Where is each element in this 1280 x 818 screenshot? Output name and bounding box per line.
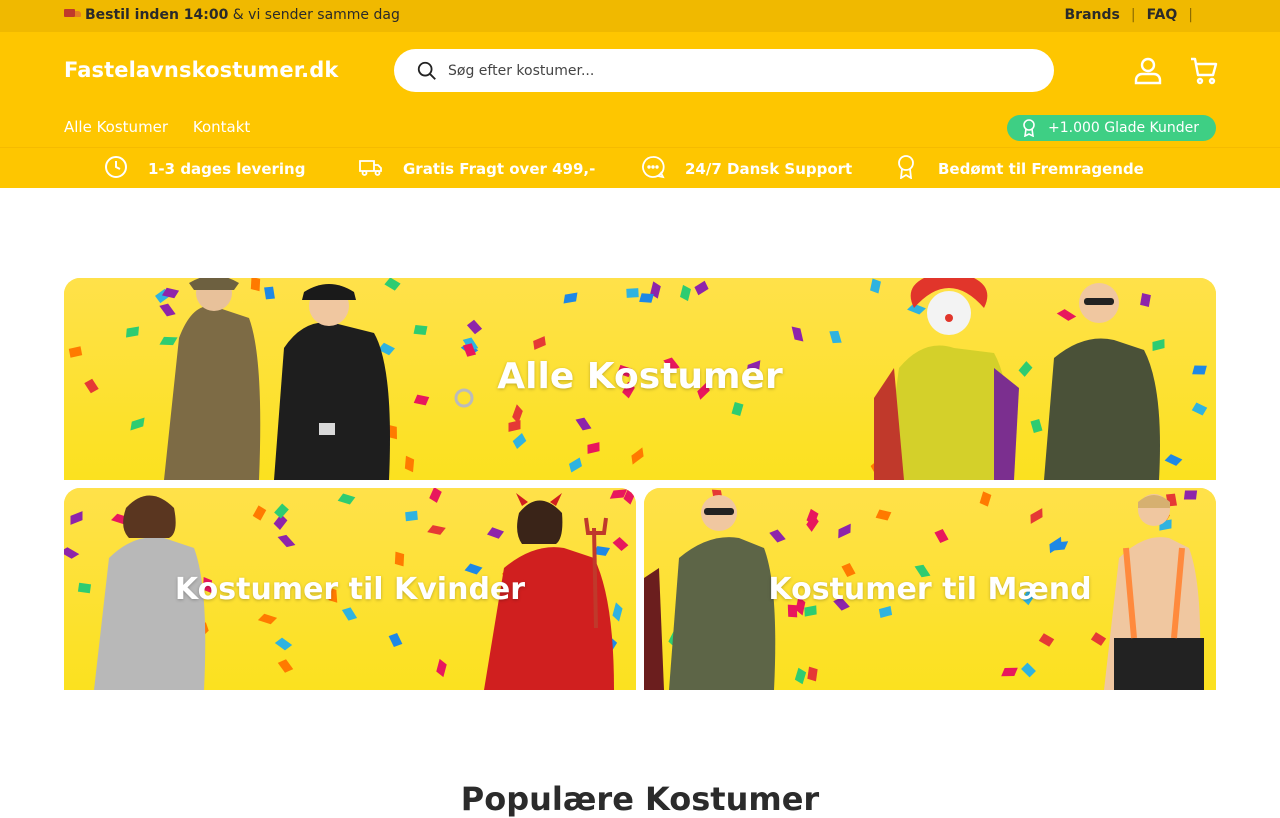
usp-label: 1-3 dages levering [148,160,306,178]
search-bar[interactable] [394,49,1054,92]
brands-link[interactable]: Brands [1065,7,1120,23]
confetti-decoration [639,293,654,303]
award-icon [1023,119,1035,137]
truck-icon [359,160,382,176]
banner-kostumer-til-maend[interactable]: Kostumer til Mænd [644,488,1216,690]
promo-rest-text: & vi sender samme dag [228,7,400,23]
award-icon [898,155,914,179]
confetti-decoration [394,551,405,567]
usp-label: Bedømt til Fremragende [938,160,1144,178]
search-input[interactable] [448,59,1028,83]
section-title: Populære Kostumer [460,780,820,818]
promo-bold-text: Bestil inden 14:00 [85,7,229,23]
badge-label: +1.000 Glade Kunder [1048,120,1200,136]
clock-icon [105,156,127,178]
faq-link[interactable]: FAQ [1147,7,1178,23]
announcement-bar: Bestil inden 14:00 & vi sender samme dag… [0,0,1280,32]
banner-kostumer-til-kvinder[interactable]: Kostumer til Kvinder [64,488,636,690]
confetti-decoration [405,510,418,522]
banner-title: Kostumer til Kvinder [174,572,526,607]
usp-label: 24/7 Dansk Support [685,160,853,178]
usp-bar: 1-3 dages levering Gratis Fragt over 499… [0,147,1280,188]
site-header: Fastelavnskostumer.dk Alle Kostumer Kont… [0,32,1280,147]
search-icon[interactable] [416,60,438,82]
banner-title: Alle Kostumer [497,356,783,397]
usp-label: Gratis Fragt over 499,- [403,160,596,178]
chat-icon [642,156,665,179]
shipping-promo: Bestil inden 14:00 & vi sender samme dag [64,7,400,23]
user-icon[interactable] [1132,54,1164,86]
nav-item-alle-kostumer[interactable]: Alle Kostumer [64,118,168,136]
banner-alle-kostumer[interactable]: Alle Kostumer [64,278,1216,480]
happy-customers-badge: +1.000 Glade Kunder [1007,115,1216,141]
nav-item-kontakt[interactable]: Kontakt [193,118,250,136]
site-logo[interactable]: Fastelavnskostumer.dk [64,58,338,82]
main-nav: Alle Kostumer Kontakt [64,118,270,136]
confetti-decoration [807,666,818,682]
banner-title: Kostumer til Mænd [768,572,1092,607]
confetti-decoration [626,288,639,298]
separator: | [1130,7,1136,23]
separator: | [1188,7,1193,23]
cart-icon[interactable] [1188,54,1220,86]
truck-emoji-icon [64,8,82,20]
top-links: Brands | FAQ | [1065,7,1204,23]
